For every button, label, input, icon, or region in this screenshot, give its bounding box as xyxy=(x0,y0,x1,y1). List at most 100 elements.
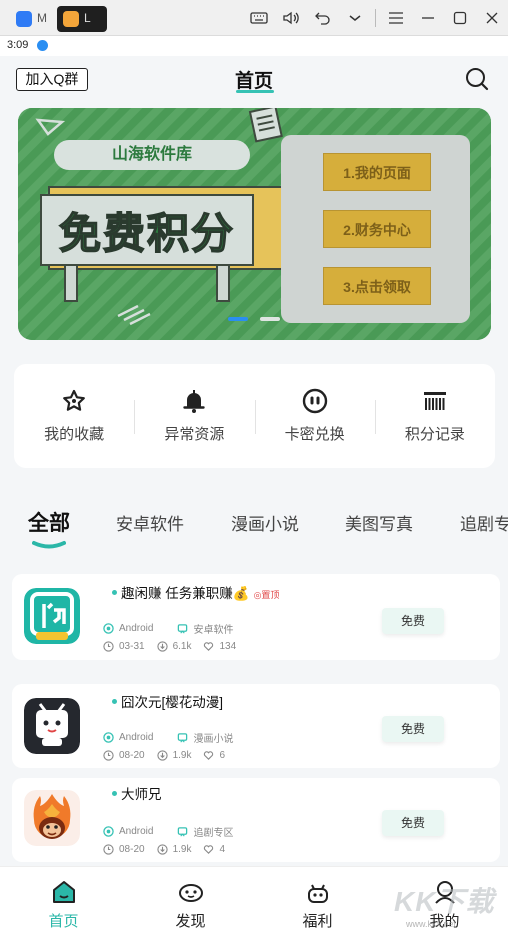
category-label: 安卓软件 xyxy=(193,625,234,636)
app-name: 囧次元[樱花动漫] xyxy=(112,691,223,711)
close-icon[interactable] xyxy=(476,0,508,36)
barcode-icon xyxy=(423,392,446,410)
home-icon xyxy=(52,881,75,903)
banner-step-1: 1.我的页面 xyxy=(323,153,431,191)
discover-icon xyxy=(178,884,203,902)
shortcut-label: 我的收藏 xyxy=(44,426,105,443)
app-title: 囧次元[樱花动漫] xyxy=(121,695,224,710)
banner-brand-label: 山海软件库 xyxy=(54,140,250,170)
heart-icon xyxy=(204,642,214,651)
active-tab-indicator xyxy=(32,541,66,549)
tab-android[interactable]: 安卓软件 xyxy=(116,510,184,535)
volume-icon[interactable] xyxy=(275,0,307,36)
shortcut-label: 异常资源 xyxy=(164,426,225,443)
download-count: 1.9k xyxy=(172,750,192,761)
app-header: 加入Q群 首页 xyxy=(0,56,508,102)
bullet xyxy=(112,790,117,796)
app-tab-icon xyxy=(63,11,79,27)
shortcut-abnormal[interactable]: 异常资源 xyxy=(134,364,254,468)
category-label: 追剧专区 xyxy=(193,828,234,839)
date-label: 03-31 xyxy=(119,641,145,652)
carousel-indicator[interactable] xyxy=(260,317,280,321)
app-title: 大师兄 xyxy=(121,787,162,802)
clock: 3:09 xyxy=(7,39,29,51)
list-item[interactable]: 囧次元[樱花动漫] Android 漫画小说 08-20 1.9k 6 免费 xyxy=(12,684,500,768)
free-download-button[interactable]: 免费 xyxy=(382,810,444,836)
clock-icon xyxy=(103,750,114,761)
shortcut-redeem[interactable]: 卡密兑换 xyxy=(254,364,375,468)
status-bar: 3:09 xyxy=(0,36,508,56)
board-post xyxy=(64,264,78,302)
tab-comics[interactable]: 漫画小说 xyxy=(231,510,299,535)
emulator-tab-label: M xyxy=(37,11,47,25)
list-item[interactable]: 趣闲赚 任务兼职赚💰 ◎置顶 Android 安卓软件 03-31 6.1k 13… xyxy=(12,574,500,660)
bullet xyxy=(112,698,117,704)
app-name: 大师兄 xyxy=(112,783,162,803)
free-download-button[interactable]: 免费 xyxy=(382,608,444,634)
banner-steps-panel: 1.我的页面 2.财务中心 3.点击领取 xyxy=(281,135,470,323)
minimize-icon[interactable] xyxy=(412,0,444,36)
nav-discover[interactable]: 发现 xyxy=(127,867,254,936)
download-status-icon xyxy=(37,40,48,51)
app-title: 趣闲赚 任务兼职赚💰 xyxy=(121,586,250,601)
date-label: 08-20 xyxy=(119,844,145,855)
shortcut-favorites[interactable]: 我的收藏 xyxy=(14,364,134,468)
keyboard-icon[interactable] xyxy=(243,0,275,36)
heart-icon xyxy=(204,751,214,760)
platform-label: Android xyxy=(119,623,154,634)
tab-photos[interactable]: 美图写真 xyxy=(345,510,413,535)
like-count: 6 xyxy=(219,750,226,761)
download-icon xyxy=(156,641,168,652)
app-icon-dashixiong xyxy=(24,790,80,846)
shortcut-points-history[interactable]: 积分记录 xyxy=(374,364,495,468)
app-meta-row: Android 安卓软件 xyxy=(103,621,245,636)
watermark: KK下载 xyxy=(394,886,495,917)
shortcut-label: 积分记录 xyxy=(404,426,465,443)
page-title: 首页 xyxy=(234,71,273,92)
chevron-down-icon[interactable] xyxy=(339,0,371,36)
app-meta-row: Android 漫画小说 xyxy=(103,730,245,745)
tab-all[interactable]: 全部 xyxy=(28,507,70,537)
download-icon xyxy=(156,750,168,761)
tab-series[interactable]: 追剧专区 xyxy=(460,510,508,535)
emulator-title-bar: M L xyxy=(0,0,508,36)
like-count: 134 xyxy=(219,641,237,652)
list-item[interactable]: 大师兄 Android 追剧专区 08-20 1.9k 4 免费 xyxy=(12,778,500,862)
like-count: 4 xyxy=(219,844,226,855)
clock-icon xyxy=(103,844,114,855)
menu-icon[interactable] xyxy=(380,0,412,36)
category-icon xyxy=(178,733,188,743)
banner-step-2: 2.财务中心 xyxy=(323,210,431,248)
nav-label: 福利 xyxy=(302,913,333,930)
undo-icon[interactable] xyxy=(307,0,339,36)
platform-label: Android xyxy=(119,732,154,743)
star-icon xyxy=(63,389,86,411)
date-label: 08-20 xyxy=(119,750,145,761)
download-icon xyxy=(156,844,168,855)
app-icon-jiongciyuan xyxy=(24,698,80,754)
maximize-icon[interactable] xyxy=(444,0,476,36)
emulator-tab-label: L xyxy=(84,11,91,25)
nav-home[interactable]: 首页 xyxy=(0,867,127,936)
emulator-tab-2[interactable]: L xyxy=(57,6,107,32)
free-download-button[interactable]: 免费 xyxy=(382,716,444,742)
app-icon-quxianzhuan xyxy=(24,588,80,644)
download-count: 1.9k xyxy=(172,844,192,855)
nav-welfare[interactable]: 福利 xyxy=(254,867,381,936)
shortcut-label: 卡密兑换 xyxy=(284,426,345,443)
app-name: 趣闲赚 任务兼职赚💰 ◎置顶 xyxy=(112,582,279,602)
emulator-tab-1[interactable]: M xyxy=(10,6,54,32)
watermark-url: www.kkx.net xyxy=(406,919,457,929)
carousel-indicator-active[interactable] xyxy=(228,317,248,321)
download-count: 6.1k xyxy=(172,641,192,652)
nav-label: 发现 xyxy=(175,913,206,930)
category-tabs: 全部 安卓软件 漫画小说 美图写真 追剧专区 xyxy=(0,504,508,556)
category-label: 漫画小说 xyxy=(193,734,234,745)
promo-banner[interactable]: 免费积分 山海软件库 1.我的页面 2.财务中心 3.点击领取 xyxy=(18,108,491,340)
android-icon xyxy=(103,732,114,743)
search-icon[interactable] xyxy=(464,66,490,92)
app-stats-row: 08-20 1.9k 4 xyxy=(103,844,237,855)
platform-label: Android xyxy=(119,826,154,837)
shortcut-card: 我的收藏 异常资源 卡密兑换 积分记录 xyxy=(14,364,495,468)
gift-icon xyxy=(307,884,328,903)
